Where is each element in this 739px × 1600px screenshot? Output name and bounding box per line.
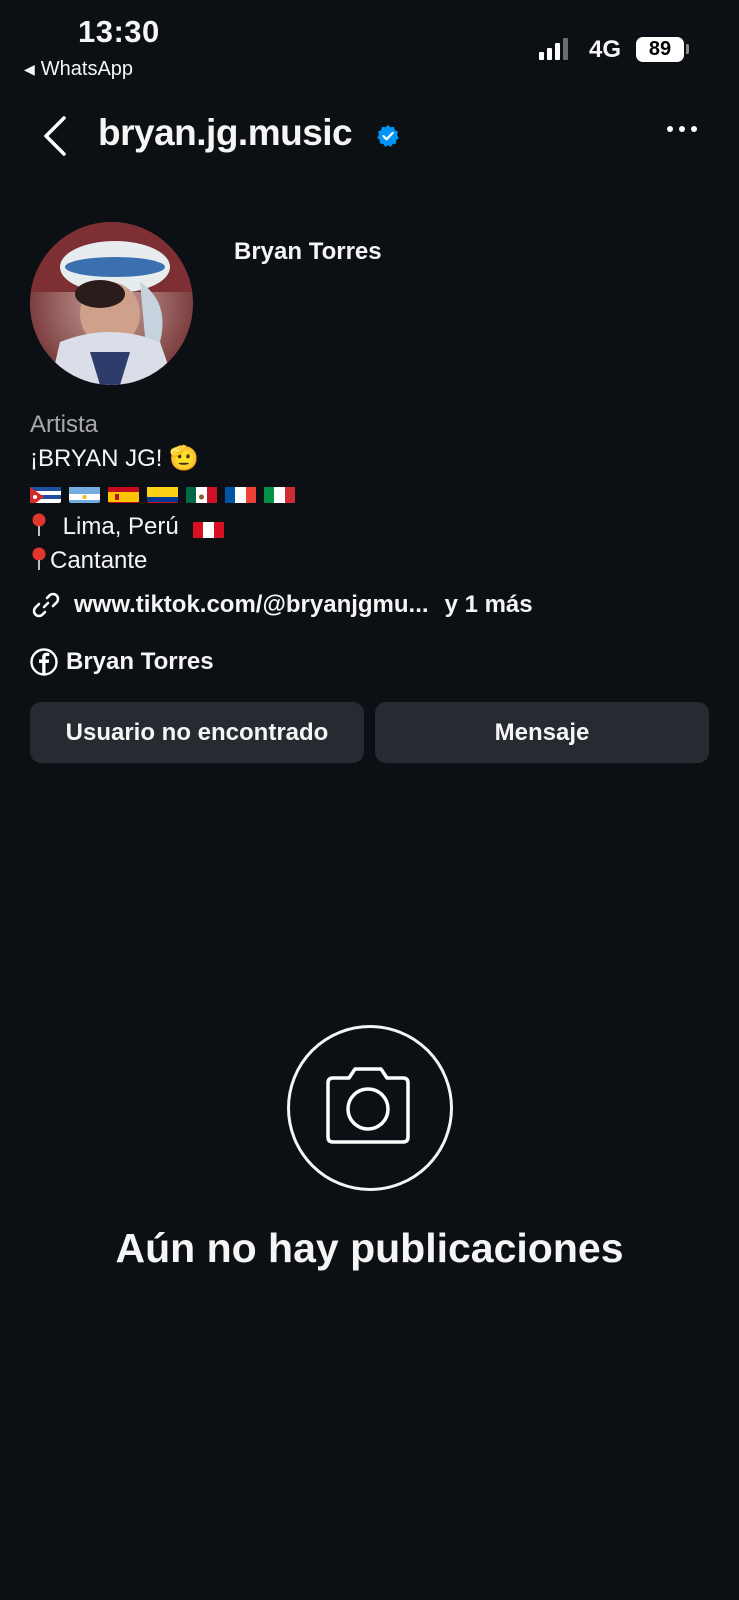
- page-title: bryan.jg.music: [98, 112, 353, 153]
- battery-level: 89: [648, 38, 672, 60]
- facebook-name[interactable]: Bryan Torres: [66, 648, 214, 676]
- back-app-label: WhatsApp: [40, 58, 134, 80]
- pin-icon: [32, 547, 46, 570]
- category-label: Artista: [30, 411, 99, 438]
- bio: Artista ¡BRYAN JG! 🫡 Lima, Perú Cantante: [30, 408, 303, 578]
- flag-cuba-icon: [30, 483, 61, 503]
- back-triangle-icon: ◀: [24, 61, 35, 77]
- battery-tip: [686, 44, 689, 54]
- flag-argentina-icon: [69, 483, 100, 503]
- flag-peru-icon: [193, 518, 225, 538]
- flags-row: [30, 476, 303, 510]
- camera-circle: [287, 1025, 453, 1191]
- location-text: Lima, Perú: [62, 513, 179, 540]
- display-name: Bryan Torres: [234, 238, 382, 265]
- back-button[interactable]: [38, 112, 72, 160]
- occupation-line: Cantante: [30, 544, 303, 578]
- user-not-found-button[interactable]: Usuario no encontrado: [30, 702, 364, 763]
- link-icon: [32, 592, 60, 618]
- occupation-text: Cantante: [50, 547, 148, 574]
- camera-icon: [326, 1067, 410, 1144]
- empty-state-text: Aún no hay publicaciones: [115, 1225, 624, 1271]
- back-to-app[interactable]: ◀ WhatsApp: [24, 58, 133, 81]
- flag-colombia-icon: [147, 483, 178, 503]
- external-link[interactable]: www.tiktok.com/@bryanjgmu... y 1 más: [30, 589, 533, 621]
- link-more[interactable]: y 1 más: [445, 591, 533, 619]
- message-button[interactable]: Mensaje: [375, 702, 709, 763]
- flag-mexico-icon: [186, 483, 217, 503]
- facebook-icon: [30, 648, 58, 676]
- pin-icon: [32, 513, 46, 536]
- flag-france-icon: [225, 483, 256, 503]
- more-options-button[interactable]: [667, 126, 697, 132]
- facebook-link[interactable]: Bryan Torres: [30, 648, 214, 676]
- location-line: Lima, Perú: [30, 510, 303, 544]
- status-time: 13:30: [78, 14, 160, 49]
- flag-spain-icon: [108, 483, 139, 503]
- flag-italy-icon: [264, 483, 295, 503]
- verified-badge-icon: [376, 124, 400, 148]
- network-type: 4G: [589, 36, 622, 63]
- bio-line: ¡BRYAN JG! 🫡: [30, 445, 200, 472]
- battery-icon: 89: [636, 37, 684, 62]
- link-text[interactable]: www.tiktok.com/@bryanjgmu...: [74, 591, 429, 619]
- signal-icon: [539, 38, 568, 60]
- chevron-left-icon: [44, 116, 66, 156]
- avatar[interactable]: [30, 222, 193, 385]
